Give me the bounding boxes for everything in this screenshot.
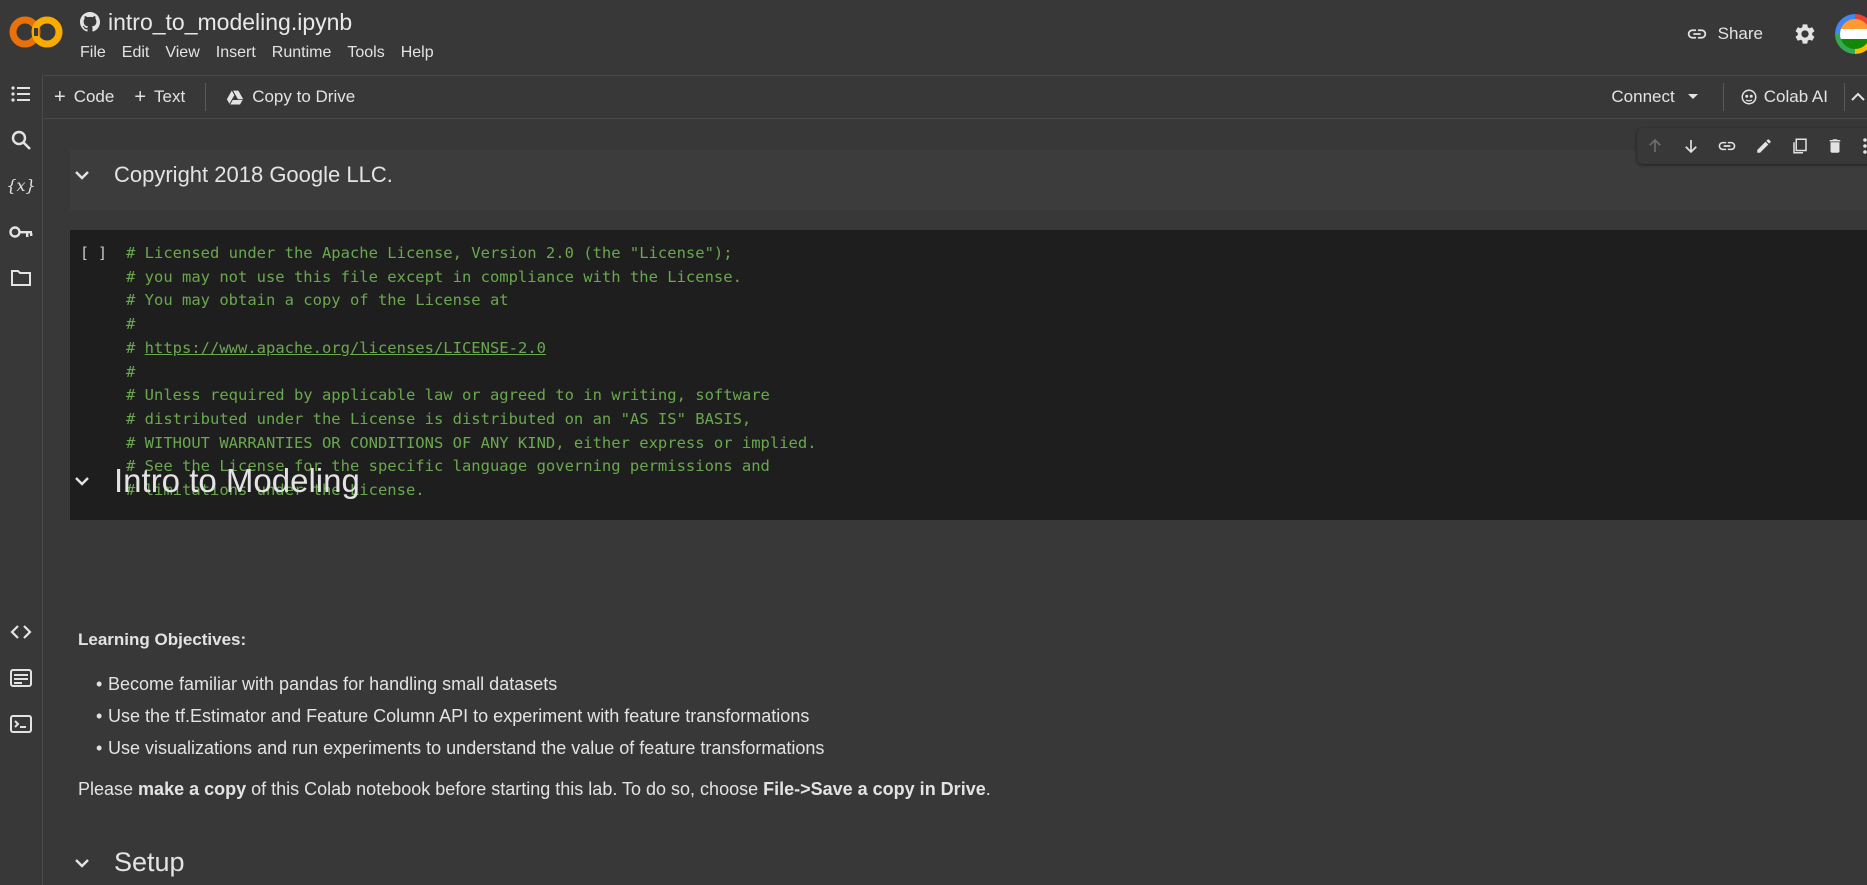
menu-help[interactable]: Help <box>393 44 442 62</box>
search-icon[interactable] <box>6 125 36 155</box>
chevron-down-icon[interactable] <box>70 851 94 875</box>
copy-to-drive-button[interactable]: Copy to Drive <box>216 87 365 107</box>
menu-bar: File Edit View Insert Runtime Tools Help <box>80 44 442 62</box>
code-line: # Licensed under the Apache License, Ver… <box>126 244 733 262</box>
mirror-cell-icon[interactable] <box>1791 137 1809 155</box>
list-item: Become familiar with pandas for handling… <box>78 668 824 700</box>
list-item: Use visualizations and run experiments t… <box>78 732 824 764</box>
toolbar-right: Connect Colab AI <box>1601 76 1867 118</box>
copy-note-bold: File->Save a copy in Drive <box>763 779 986 799</box>
plus-icon: + <box>54 86 66 108</box>
copy-note-bold: make a copy <box>138 779 247 799</box>
variables-icon[interactable]: {x} <box>6 171 36 201</box>
code-line-url: # https://www.apache.org/licenses/LICENS… <box>126 338 546 357</box>
add-code-label: Code <box>73 87 115 106</box>
section-copyright[interactable]: Copyright 2018 Google LLC. <box>70 162 393 188</box>
left-sidebar: {x} <box>0 75 43 885</box>
colab-logo-icon[interactable] <box>8 12 64 52</box>
colab-ai-button[interactable]: Colab AI <box>1724 87 1844 107</box>
app-header: intro_to_modeling.ipynb File Edit View I… <box>0 0 1867 74</box>
add-code-button[interactable]: + Code <box>44 87 124 107</box>
add-text-label: Text <box>154 87 186 106</box>
terminal-icon[interactable] <box>6 709 36 739</box>
menu-insert[interactable]: Insert <box>208 44 264 62</box>
add-text-button[interactable]: + Text <box>124 87 195 107</box>
command-palette-icon[interactable] <box>6 663 36 693</box>
list-item: Use the tf.Estimator and Feature Column … <box>78 700 824 732</box>
colab-ai-label: Colab AI <box>1763 87 1828 106</box>
move-down-icon[interactable] <box>1682 137 1700 155</box>
objectives-list: Become familiar with pandas for handling… <box>78 668 824 764</box>
section-intro[interactable]: Intro to Modeling <box>70 462 360 500</box>
code-snippets-icon[interactable] <box>6 617 36 647</box>
more-options-icon[interactable] <box>1862 137 1867 155</box>
menu-edit[interactable]: Edit <box>114 44 158 62</box>
notebook-toolbar: + Code + Text Copy to Drive Connect Cola <box>44 75 1867 119</box>
menu-file[interactable]: File <box>80 44 114 62</box>
toolbar-divider <box>1844 83 1845 111</box>
plus-icon: + <box>134 86 147 108</box>
header-actions: Share <box>1686 14 1867 54</box>
dropdown-arrow-icon[interactable] <box>1687 93 1699 101</box>
copy-to-drive-label: Copy to Drive <box>252 87 356 106</box>
copy-note: Please make a copy of this Colab noteboo… <box>78 779 991 800</box>
files-folder-icon[interactable] <box>6 263 36 293</box>
github-icon <box>80 12 100 32</box>
notebook-title-row: intro_to_modeling.ipynb <box>80 8 352 36</box>
link-icon <box>1687 29 1706 39</box>
license-url-link[interactable]: https://www.apache.org/licenses/LICENSE-… <box>145 339 546 357</box>
settings-gear-icon[interactable] <box>1793 22 1817 46</box>
menu-runtime[interactable]: Runtime <box>264 44 340 62</box>
collapse-header-icon[interactable] <box>1851 92 1865 102</box>
move-up-icon[interactable] <box>1646 137 1664 155</box>
edit-pencil-icon[interactable] <box>1755 137 1773 155</box>
secrets-key-icon[interactable] <box>6 217 36 247</box>
copy-note-text: of this Colab notebook before starting t… <box>246 779 764 799</box>
code-line: # distributed under the License is distr… <box>126 409 752 428</box>
toolbar-divider <box>205 83 207 111</box>
connect-label: Connect <box>1611 87 1675 106</box>
drive-icon <box>227 90 244 105</box>
menu-view[interactable]: View <box>157 44 207 62</box>
code-line: # you may not use this file except in co… <box>126 267 742 286</box>
setup-heading: Setup <box>114 847 185 877</box>
intro-heading: Intro to Modeling <box>114 462 360 499</box>
user-avatar[interactable] <box>1835 14 1867 54</box>
colab-ai-icon <box>1741 89 1757 105</box>
copy-note-text: . <box>985 779 991 799</box>
notebook-title[interactable]: intro_to_modeling.ipynb <box>108 9 352 36</box>
table-of-contents-icon[interactable] <box>6 79 36 109</box>
chevron-down-icon[interactable] <box>70 469 94 493</box>
cell-link-icon[interactable] <box>1717 136 1737 156</box>
code-line: # You may obtain a copy of the License a… <box>126 291 509 310</box>
chevron-down-icon[interactable] <box>70 163 94 187</box>
code-line: # Unless required by applicable law or a… <box>126 386 770 405</box>
copy-note-text: Please <box>78 779 139 799</box>
code-line: # <box>126 362 136 381</box>
section-setup[interactable]: Setup <box>70 847 185 878</box>
copyright-heading: Copyright 2018 Google LLC. <box>114 162 393 187</box>
share-label: Share <box>1717 24 1763 43</box>
svg-text:{x}: {x} <box>8 176 34 195</box>
delete-trash-icon[interactable] <box>1826 137 1844 155</box>
menu-tools[interactable]: Tools <box>339 44 392 62</box>
connect-button[interactable]: Connect <box>1601 87 1722 107</box>
share-button[interactable]: Share <box>1686 23 1763 45</box>
code-line: # <box>126 315 136 334</box>
code-line: # WITHOUT WARRANTIES OR CONDITIONS OF AN… <box>126 433 817 452</box>
objectives-label: Learning Objectives: <box>78 630 247 649</box>
cell-toolbar <box>1637 128 1867 164</box>
run-cell-button[interactable]: [ ] <box>80 244 107 262</box>
notebook-content: Copyright 2018 Google LLC. [ ] # License… <box>70 120 1867 885</box>
